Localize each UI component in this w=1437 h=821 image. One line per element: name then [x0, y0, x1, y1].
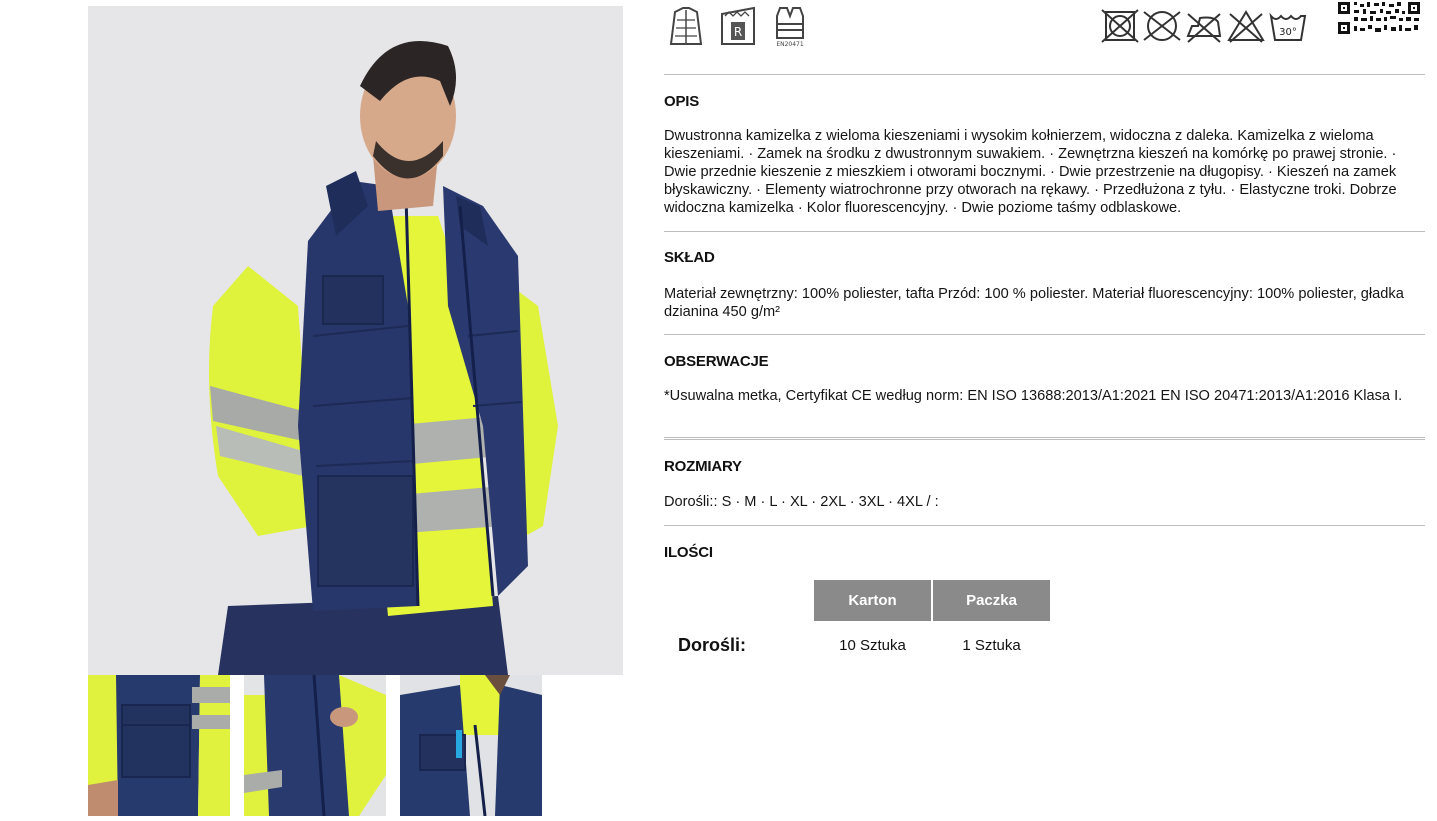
- no-tumble-dry-icon: [1143, 11, 1181, 41]
- rozmiary-heading: ROZMIARY: [664, 458, 742, 475]
- no-dry-clean-icon: [1101, 9, 1139, 43]
- no-iron-icon: [1186, 13, 1222, 43]
- quantity-table-corner: [666, 580, 812, 621]
- product-feature-icons: R EN20471: [667, 4, 809, 50]
- quantity-table-header: Karton Paczka: [666, 580, 1050, 621]
- ilosci-heading: ILOŚCI: [664, 544, 713, 561]
- product-thumbnail-1[interactable]: [88, 675, 230, 816]
- quantity-table: Karton Paczka Dorośli: 10 Sztuka 1 Sztuk…: [664, 580, 1052, 669]
- section-divider: [664, 74, 1425, 75]
- column-karton: Karton: [814, 580, 931, 621]
- section-divider: [664, 525, 1425, 526]
- cell-karton: 10 Sztuka: [839, 636, 906, 654]
- section-divider: [664, 437, 1425, 440]
- opis-text: Dwustronna kamizelka z wieloma kieszenia…: [664, 128, 1397, 216]
- product-thumbnail-3[interactable]: [400, 675, 542, 816]
- removable-label-icon: R: [721, 6, 755, 45]
- column-paczka: Paczka: [933, 580, 1050, 621]
- no-bleach-icon: [1227, 10, 1265, 43]
- section-divider: [664, 231, 1425, 232]
- row-label-dorosli: Dorośli:: [678, 634, 747, 655]
- reversible-jacket-icon: [669, 7, 703, 45]
- obserwacje-text: *Usuwalna metka, Certyfikat CE według no…: [664, 388, 1403, 404]
- obserwacje-heading: OBSERWACJE: [664, 353, 769, 370]
- opis-heading: OPIS: [664, 93, 700, 110]
- product-main-photo: [88, 6, 623, 675]
- section-divider: [664, 334, 1425, 335]
- product-thumbnail-2[interactable]: [244, 675, 386, 816]
- sklad-text: Materiał zewnętrzny: 100% poliester, taf…: [664, 286, 1404, 320]
- care-instructions: 30°: [1100, 8, 1308, 46]
- sklad-heading: SKŁAD: [664, 249, 715, 266]
- wash-30-icon: 30°: [1269, 12, 1307, 41]
- cell-paczka: 1 Sztuka: [962, 636, 1021, 654]
- qr-code-icon[interactable]: [1336, 0, 1422, 36]
- rozmiary-text: Dorośli:: S · M · L · XL · 2XL · 3XL · 4…: [664, 494, 939, 510]
- en20471-vest-icon: EN20471: [776, 7, 804, 48]
- en20471-label: EN20471: [776, 41, 804, 48]
- svg-text:R: R: [734, 25, 742, 39]
- wash-temperature-label: 30°: [1279, 27, 1297, 38]
- table-row: Dorośli: 10 Sztuka 1 Sztuka: [666, 621, 1050, 669]
